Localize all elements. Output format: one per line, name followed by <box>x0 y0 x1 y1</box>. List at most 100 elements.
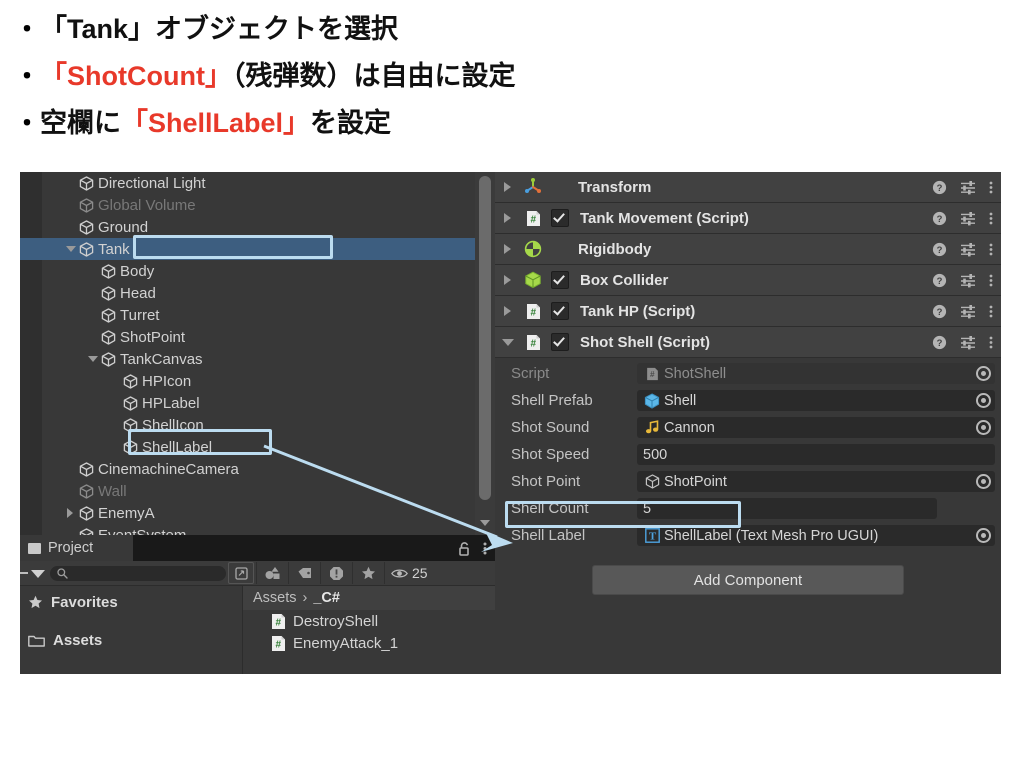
object-picker-icon[interactable] <box>976 393 991 408</box>
kebab-menu-icon[interactable] <box>989 211 993 226</box>
hierarchy-item-eventsystem[interactable]: EventSystem <box>20 524 475 535</box>
property-field[interactable]: Cannon <box>637 417 995 438</box>
preset-icon[interactable] <box>960 273 976 288</box>
component-enabled-checkbox[interactable] <box>551 209 569 227</box>
preset-icon[interactable] <box>960 211 976 226</box>
property-field[interactable]: # ShotShell <box>637 363 995 384</box>
asset-item-destroyshell[interactable]: # DestroyShell <box>243 610 495 632</box>
tree-item-favorites[interactable]: Favorites <box>20 588 242 616</box>
hierarchy-item-label: Global Volume <box>98 196 196 214</box>
help-icon[interactable]: ? <box>932 273 947 288</box>
inspector-panel[interactable]: Transform ? # Tank Movement (Script) ? R… <box>495 172 1001 674</box>
kebab-menu-icon[interactable] <box>989 304 993 319</box>
help-icon[interactable]: ? <box>932 180 947 195</box>
warning-icon[interactable] <box>320 562 352 584</box>
component-header-shot-shell-script-[interactable]: # Shot Shell (Script) ? <box>495 327 1001 358</box>
hierarchy-item-tankcanvas[interactable]: TankCanvas <box>20 348 475 370</box>
breadcrumb-current[interactable]: _C# <box>313 590 340 606</box>
hierarchy-item-body[interactable]: Body <box>20 260 475 282</box>
help-icon[interactable]: ? <box>932 304 947 319</box>
property-row-shot-speed[interactable]: Shot Speed 500 <box>495 441 1001 468</box>
foldout-closed-icon[interactable] <box>495 265 521 295</box>
foldout-closed-icon[interactable] <box>495 172 521 202</box>
preset-icon[interactable] <box>960 180 976 195</box>
property-row-shot-point[interactable]: Shot Point ShotPoint <box>495 468 1001 495</box>
component-enabled-checkbox[interactable] <box>551 302 569 320</box>
project-panel[interactable]: Project 25 Favorites Assets Assets › _C#… <box>20 535 495 674</box>
property-row-shot-sound[interactable]: Shot Sound Cannon <box>495 414 1001 441</box>
property-row-shell-prefab[interactable]: Shell Prefab Shell <box>495 387 1001 414</box>
kebab-menu-icon[interactable] <box>483 541 487 556</box>
object-picker-icon[interactable] <box>976 528 991 543</box>
scroll-down-arrow-icon[interactable] <box>480 520 490 526</box>
star-icon[interactable] <box>352 562 384 584</box>
component-list[interactable]: Transform ? # Tank Movement (Script) ? R… <box>495 172 1001 358</box>
foldout-closed-icon[interactable] <box>495 234 521 264</box>
foldout-open-icon[interactable] <box>86 348 99 370</box>
asset-list[interactable]: # DestroyShell # EnemyAttack_1 <box>243 610 495 654</box>
property-row-script[interactable]: Script # ShotShell <box>495 360 1001 387</box>
hierarchy-scrollbar[interactable] <box>475 172 495 535</box>
hierarchy-item-enemya[interactable]: EnemyA <box>20 502 475 524</box>
label-tag-icon[interactable] <box>288 562 320 584</box>
project-favorites-tree[interactable]: Favorites Assets <box>20 586 242 674</box>
hierarchy-item-directional-light[interactable]: Directional Light <box>20 172 475 194</box>
project-toolbar[interactable]: 25 <box>20 561 495 586</box>
property-field[interactable]: 500 <box>637 444 995 465</box>
kebab-menu-icon[interactable] <box>989 180 993 195</box>
object-picker-icon[interactable] <box>976 420 991 435</box>
checkbox-spacer <box>551 241 567 257</box>
breadcrumb-root[interactable]: Assets <box>253 590 297 606</box>
foldout-closed-icon[interactable] <box>495 296 521 326</box>
preset-icon[interactable] <box>960 242 976 257</box>
component-header-box-collider[interactable]: Box Collider ? <box>495 265 1001 296</box>
kebab-menu-icon[interactable] <box>989 335 993 350</box>
chevron-down-icon[interactable] <box>20 561 50 585</box>
visible-count[interactable]: 25 <box>384 562 434 584</box>
object-picker-icon[interactable] <box>976 474 991 489</box>
help-icon[interactable]: ? <box>932 242 947 257</box>
hierarchy-tree[interactable]: Directional Light Global Volume Ground T… <box>20 172 475 535</box>
hierarchy-item-head[interactable]: Head <box>20 282 475 304</box>
hierarchy-item-global-volume[interactable]: Global Volume <box>20 194 475 216</box>
preset-icon[interactable] <box>960 304 976 319</box>
property-field[interactable]: T ShellLabel (Text Mesh Pro UGUI) <box>637 525 995 546</box>
lock-icon[interactable] <box>458 541 471 556</box>
component-header-rigidbody[interactable]: Rigidbody ? <box>495 234 1001 265</box>
hierarchy-item-wall[interactable]: Wall <box>20 480 475 502</box>
asset-item-enemyattack-1[interactable]: # EnemyAttack_1 <box>243 632 495 654</box>
foldout-closed-icon[interactable] <box>64 502 77 524</box>
property-field[interactable]: ShotPoint <box>637 471 995 492</box>
search-input[interactable] <box>50 565 226 581</box>
object-picker-icon[interactable] <box>976 366 991 381</box>
component-header-transform[interactable]: Transform ? <box>495 172 1001 203</box>
kebab-menu-icon[interactable] <box>989 273 993 288</box>
component-header-tank-hp-script-[interactable]: # Tank HP (Script) ? <box>495 296 1001 327</box>
kebab-menu-icon[interactable] <box>989 242 993 257</box>
component-enabled-checkbox[interactable] <box>551 333 569 351</box>
hierarchy-item-hplabel[interactable]: HPLabel <box>20 392 475 414</box>
foldout-open-icon[interactable] <box>64 238 77 260</box>
hierarchy-item-cinemachinecamera[interactable]: CinemachineCamera <box>20 458 475 480</box>
property-field[interactable]: Shell <box>637 390 995 411</box>
foldout-closed-icon[interactable] <box>495 203 521 233</box>
help-icon[interactable]: ? <box>932 335 947 350</box>
foldout-open-icon[interactable] <box>495 327 521 357</box>
component-enabled-checkbox[interactable] <box>551 271 569 289</box>
hierarchy-panel[interactable]: Directional Light Global Volume Ground T… <box>20 172 475 535</box>
hierarchy-item-turret[interactable]: Turret <box>20 304 475 326</box>
hierarchy-item-shotpoint[interactable]: ShotPoint <box>20 326 475 348</box>
hierarchy-item-hpicon[interactable]: HPIcon <box>20 370 475 392</box>
component-header-tank-movement-script-[interactable]: # Tank Movement (Script) ? <box>495 203 1001 234</box>
preset-icon[interactable] <box>960 335 976 350</box>
scrollbar-thumb[interactable] <box>479 176 491 500</box>
help-icon[interactable]: ? <box>932 211 947 226</box>
project-body: Favorites Assets Assets › _C# # DestroyS… <box>20 586 495 674</box>
search-save-icon[interactable] <box>228 562 254 584</box>
tab-project[interactable]: Project <box>20 535 133 561</box>
breadcrumb[interactable]: Assets › _C# <box>243 586 495 610</box>
tree-item-assets[interactable]: Assets <box>20 626 242 654</box>
add-component-button[interactable]: Add Component <box>592 565 904 595</box>
shape-filter-icon[interactable] <box>256 562 288 584</box>
project-asset-browser[interactable]: Assets › _C# # DestroyShell # EnemyAttac… <box>242 586 495 674</box>
